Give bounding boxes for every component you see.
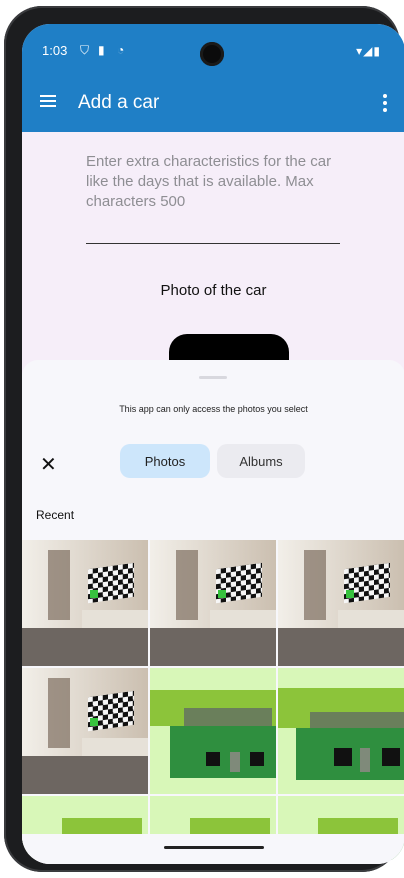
gesture-navbar	[22, 834, 404, 864]
signal-icon: ◢	[363, 44, 374, 58]
recent-section-title: Recent	[36, 508, 75, 522]
photo-thumbnail[interactable]	[278, 540, 404, 666]
photo-picker-sheet: This app can only access the photos you …	[22, 360, 404, 864]
status-time: 1:03	[42, 43, 68, 58]
photo-label: Photo of the car	[160, 282, 267, 299]
tab-albums[interactable]: Albums	[217, 444, 305, 478]
tab-photos[interactable]: Photos	[120, 444, 210, 478]
page-title: Add a car	[78, 92, 160, 113]
camera-cutout	[200, 42, 224, 66]
menu-icon[interactable]	[40, 95, 56, 107]
screen: 1:03 ⛉ ▮ ◔ ▾◢▮ Add a car Enter extra cha…	[22, 24, 404, 864]
status-bar: 1:03 ⛉ ▮ ◔ ▾◢▮	[22, 40, 404, 66]
home-indicator[interactable]	[164, 846, 264, 849]
input-underline	[86, 243, 340, 244]
photo-thumbnail[interactable]	[150, 668, 276, 794]
access-notice: This app can only access the photos you …	[119, 404, 308, 414]
photo-thumbnail[interactable]	[278, 668, 404, 794]
close-icon[interactable]: ✕	[40, 452, 57, 477]
sheet-handle[interactable]	[199, 376, 227, 379]
phone-frame: 1:03 ⛉ ▮ ◔ ▾◢▮ Add a car Enter extra cha…	[4, 6, 404, 872]
sd-card-icon: ▮	[98, 43, 105, 57]
more-vert-icon[interactable]	[383, 94, 387, 115]
sync-icon: ◔	[117, 43, 125, 57]
shield-icon: ⛉	[80, 43, 90, 57]
photo-thumbnail[interactable]	[22, 540, 148, 666]
characteristics-hint[interactable]: Enter extra characteristics for the car …	[86, 152, 346, 212]
battery-icon: ▮	[373, 44, 381, 58]
photo-thumbnail[interactable]	[150, 540, 276, 666]
status-right-icons: ▾◢▮	[356, 44, 381, 58]
app-bar: 1:03 ⛉ ▮ ◔ ▾◢▮ Add a car	[22, 24, 404, 132]
photo-thumbnail[interactable]	[22, 668, 148, 794]
car-form: Enter extra characteristics for the car …	[22, 132, 404, 366]
